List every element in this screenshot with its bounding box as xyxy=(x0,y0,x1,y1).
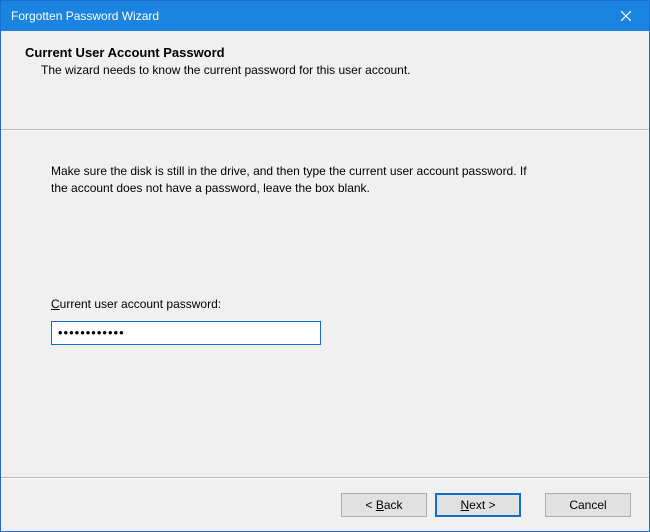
window-title: Forgotten Password Wizard xyxy=(11,9,159,23)
instructions-text: Make sure the disk is still in the drive… xyxy=(51,163,531,197)
password-label-accel: C xyxy=(51,297,60,311)
password-input[interactable] xyxy=(51,321,321,345)
close-icon xyxy=(621,11,631,21)
page-subtitle: The wizard needs to know the current pas… xyxy=(25,63,625,77)
back-button[interactable]: < Back xyxy=(341,493,427,517)
close-button[interactable] xyxy=(603,1,649,31)
password-label-rest: urrent user account password: xyxy=(60,297,221,311)
wizard-content: Make sure the disk is still in the drive… xyxy=(1,130,649,478)
wizard-button-bar: < Back Next > Cancel xyxy=(1,478,649,531)
wizard-window: Forgotten Password Wizard Current User A… xyxy=(0,0,650,532)
cancel-button[interactable]: Cancel xyxy=(545,493,631,517)
wizard-header: Current User Account Password The wizard… xyxy=(1,31,649,130)
next-button[interactable]: Next > xyxy=(435,493,521,517)
titlebar: Forgotten Password Wizard xyxy=(1,1,649,31)
password-label: Current user account password: xyxy=(51,297,599,311)
page-title: Current User Account Password xyxy=(25,45,625,60)
